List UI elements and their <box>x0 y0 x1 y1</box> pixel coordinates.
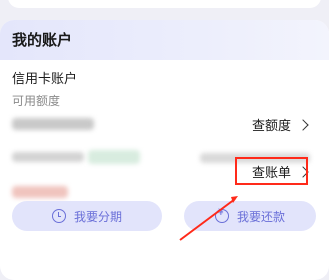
check-limit-link[interactable]: 查额度 <box>252 115 309 134</box>
card-number-redacted <box>12 152 84 162</box>
installment-button[interactable]: 我要分期 <box>12 201 162 231</box>
bill-amount-redacted <box>12 186 68 198</box>
clock-icon <box>51 209 66 223</box>
highlight-box <box>235 157 308 185</box>
my-account-card: 我的账户 信用卡账户 可用额度 <box>0 20 329 280</box>
card-tag-redacted <box>88 150 140 164</box>
yen-icon <box>214 208 229 223</box>
chevron-right-icon <box>297 118 309 131</box>
previous-card-edge <box>8 0 321 8</box>
available-limit-value-redacted <box>12 118 94 130</box>
installment-label: 我要分期 <box>73 209 122 224</box>
credit-card-account-title: 信用卡账户 <box>12 72 78 87</box>
repay-label: 我要还款 <box>236 209 285 224</box>
card-title: 我的账户 <box>12 31 73 49</box>
available-limit-label: 可用额度 <box>12 94 61 108</box>
repay-button[interactable]: 我要还款 <box>184 201 316 231</box>
check-limit-label: 查额度 <box>252 119 292 134</box>
card-header: 我的账户 <box>0 20 329 60</box>
